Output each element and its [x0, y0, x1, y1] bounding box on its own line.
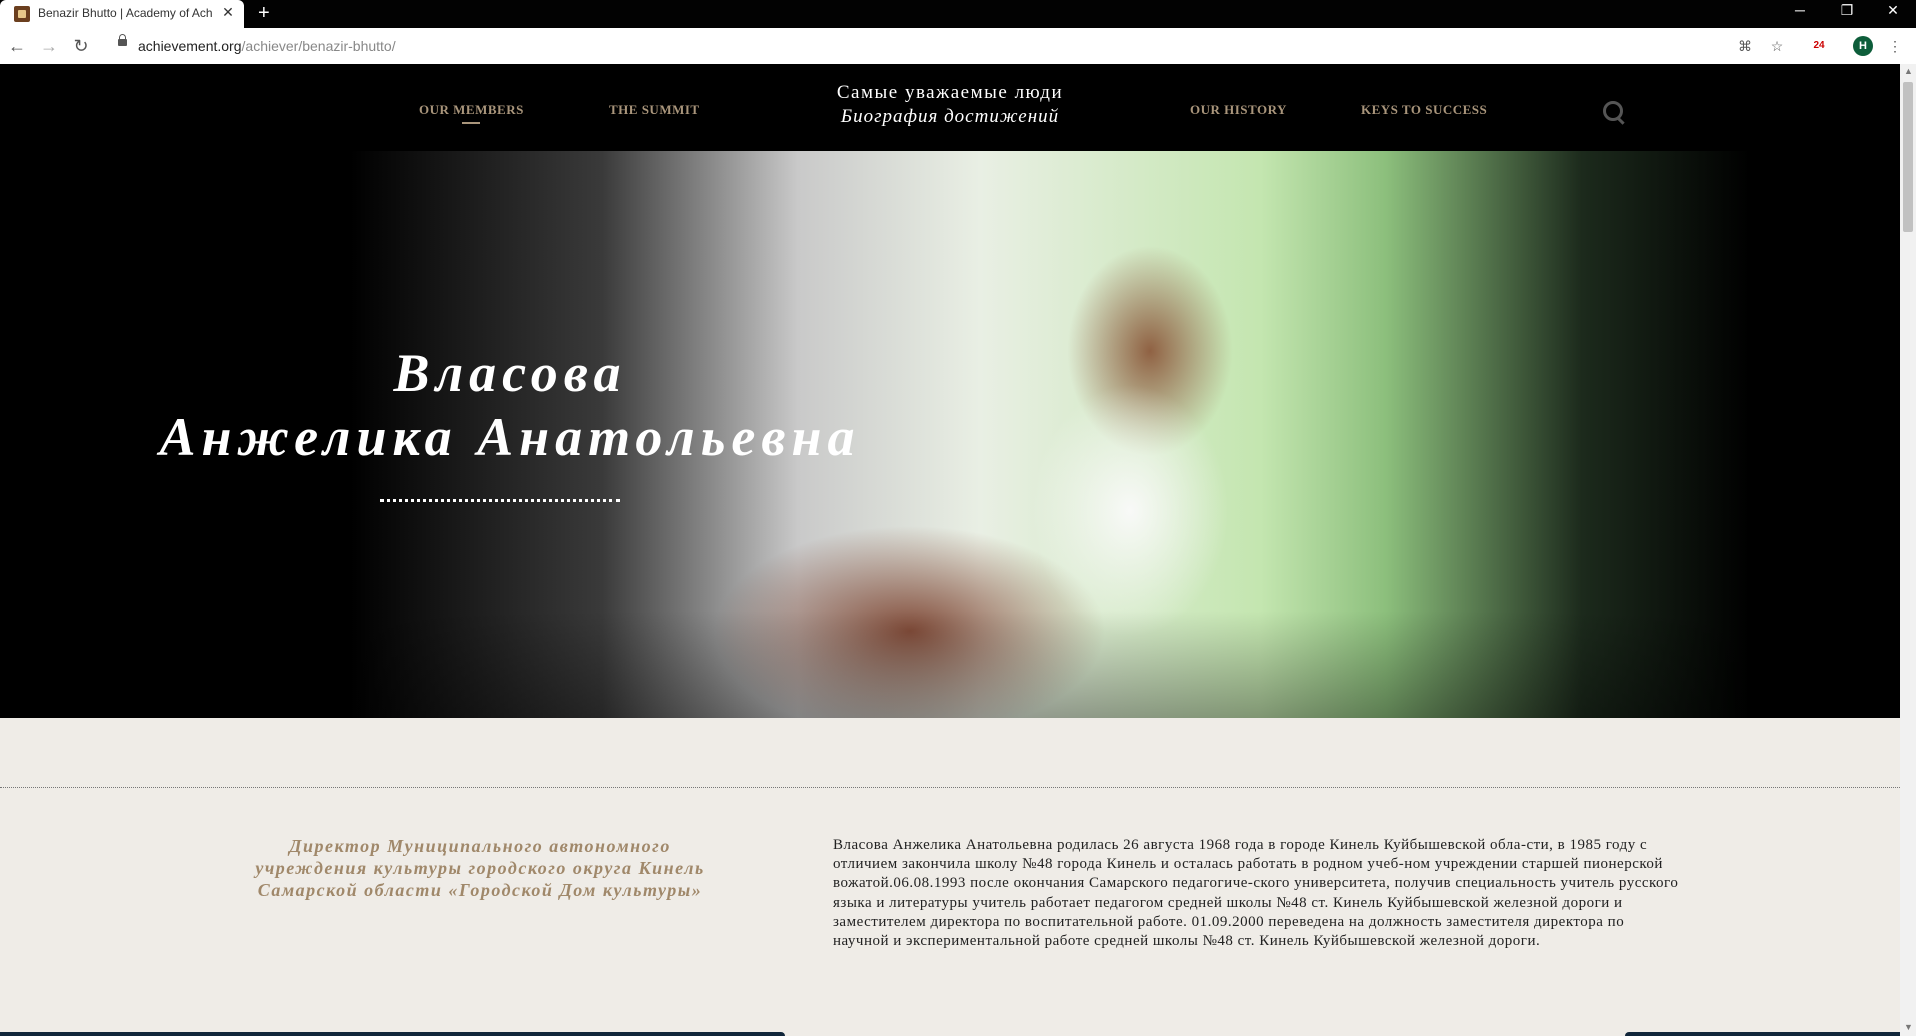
- browser-tab[interactable]: Benazir Bhutto | Academy of Ach ✕: [0, 0, 244, 28]
- brand-subtitle: Биография достижений: [840, 106, 1060, 127]
- close-tab-icon[interactable]: ✕: [220, 4, 236, 21]
- person-name: Власова Анжелика Анатольевна: [120, 341, 900, 469]
- browser-toolbar: ← → ↻ achievement.org/achiever/benazir-b…: [0, 28, 1916, 65]
- extension-icon[interactable]: 24: [1810, 37, 1828, 55]
- section-divider: [0, 787, 1900, 788]
- bookmark-star-icon[interactable]: ☆: [1768, 37, 1786, 55]
- person-surname: Власова: [393, 343, 627, 403]
- address-bar[interactable]: achievement.org/achiever/benazir-bhutto/: [108, 33, 1748, 59]
- url-text: achievement.org/achiever/benazir-bhutto/: [138, 38, 396, 54]
- hero-banner: Власова Анжелика Анатольевна: [0, 151, 1900, 718]
- scrollbar-thumb[interactable]: [1903, 82, 1913, 232]
- page-scrollbar[interactable]: ▲ ▼: [1900, 64, 1916, 1036]
- nav-keys-to-success[interactable]: KEYS TO SUCCESS: [1361, 102, 1487, 118]
- person-biography: Власова Анжелика Анатольевна родилась 26…: [833, 837, 1679, 950]
- extension-badge: 24: [1813, 40, 1825, 51]
- dotted-divider: [380, 499, 620, 502]
- nav-our-members[interactable]: OUR MEMBERS: [419, 102, 524, 118]
- back-icon[interactable]: ←: [6, 35, 28, 57]
- minimize-window-icon[interactable]: ─: [1785, 2, 1815, 18]
- close-window-icon[interactable]: ✕: [1878, 2, 1908, 19]
- profile-avatar[interactable]: H: [1853, 36, 1873, 56]
- site-brand[interactable]: Самые уважаемые люди Биография достижени…: [800, 82, 1100, 128]
- person-role: Директор Муниципального автономного учре…: [255, 836, 705, 900]
- scroll-down-icon[interactable]: ▼: [1904, 1022, 1913, 1032]
- nav-our-history[interactable]: OUR HISTORY: [1190, 102, 1287, 118]
- scroll-up-icon[interactable]: ▲: [1904, 66, 1913, 76]
- url-path: /achiever/benazir-bhutto/: [241, 38, 396, 54]
- forward-icon[interactable]: →: [38, 35, 60, 57]
- browser-tab-strip: Benazir Bhutto | Academy of Ach ✕ + ─ ❐ …: [0, 0, 1916, 28]
- nav-the-summit[interactable]: THE SUMMIT: [609, 102, 700, 118]
- bottom-edge: [0, 1032, 1900, 1036]
- bottom-card-right: [1625, 1032, 1900, 1036]
- restore-window-icon[interactable]: ❐: [1832, 2, 1862, 19]
- hero-fade: [0, 611, 1900, 718]
- reload-icon[interactable]: ↻: [70, 35, 92, 57]
- site-header: OUR MEMBERS THE SUMMIT Самые уважаемые л…: [0, 64, 1900, 151]
- nav-active-indicator: [462, 122, 480, 124]
- url-domain: achievement.org: [138, 38, 242, 54]
- new-tab-button[interactable]: +: [258, 2, 270, 25]
- menu-kebab-icon[interactable]: ⋮: [1886, 37, 1904, 55]
- translate-icon[interactable]: ⌘: [1736, 37, 1754, 55]
- person-given-names: Анжелика Анатольевна: [159, 407, 861, 467]
- search-icon[interactable]: [1603, 101, 1623, 121]
- brand-title: Самые уважаемые люди: [836, 82, 1064, 103]
- lock-icon: [118, 34, 127, 46]
- site-favicon-icon: [14, 6, 30, 22]
- bottom-card-left: [0, 1032, 785, 1036]
- tab-title: Benazir Bhutto | Academy of Ach: [38, 6, 213, 20]
